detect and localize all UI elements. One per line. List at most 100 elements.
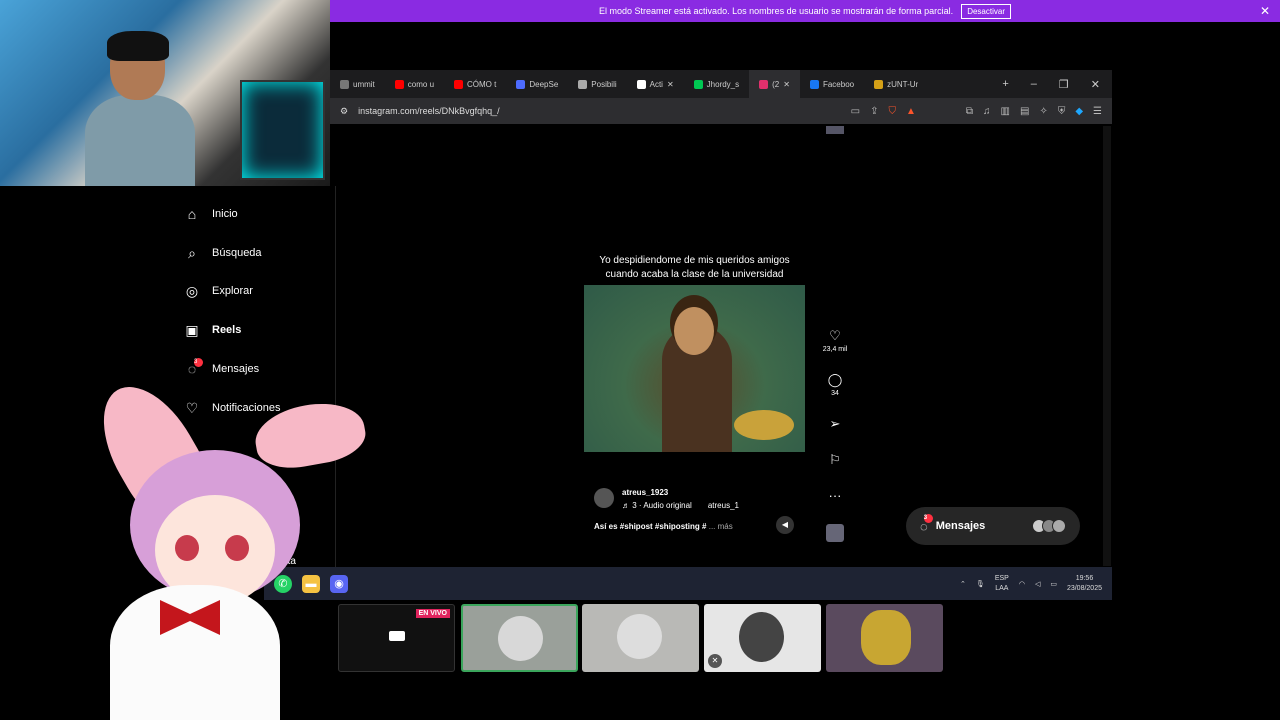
browser-tab[interactable]: DeepSe [506, 70, 568, 98]
tab-strip: ummit como u CÓMO t DeepSe Posibili Acti ✕ Jhor… [330, 70, 1112, 98]
scrollbar[interactable] [1103, 126, 1111, 566]
volume-icon[interactable]: ◁ [1035, 580, 1040, 588]
streamer-mode-text: El modo Streamer está activado. Los nomb… [599, 6, 954, 16]
reel-author: atreus_1923 ♬ 3 · Audio original atreus_… [594, 488, 739, 510]
browser-tab[interactable]: zUNT-Ur [864, 70, 928, 98]
sidebar-item-explorar[interactable]: ◎ Explorar [184, 283, 253, 299]
bookmark-icon[interactable]: ⚐ [829, 452, 841, 467]
music-icon[interactable]: ♫ [983, 106, 991, 117]
audio-user[interactable]: atreus_1 [708, 501, 739, 510]
mic-muted-icon: ✕ [708, 654, 722, 668]
browser-tab[interactable]: Faceboo [800, 70, 864, 98]
tab-close-icon[interactable]: ✕ [783, 80, 790, 89]
brave-shield-icon[interactable]: ⛉ [888, 106, 896, 117]
mute-icon[interactable]: ◀ [776, 516, 794, 534]
browser-tab[interactable]: (2 ✕ [749, 70, 800, 98]
participant-tile-1[interactable] [461, 604, 578, 672]
clock[interactable]: 19:56 23/08/2025 [1067, 574, 1102, 594]
tab-label: DeepSe [529, 79, 559, 89]
sidebar-toggle-icon[interactable]: ▥ [1001, 106, 1010, 117]
minimize-icon[interactable]: – [1031, 78, 1037, 91]
wallet-icon[interactable]: ▤ [1020, 106, 1029, 117]
comment-button[interactable]: ◯ 34 [820, 372, 850, 397]
heart-icon[interactable]: ♡ [829, 328, 841, 343]
more-options-button[interactable]: ··· [820, 488, 850, 503]
sidebar-item-inicio[interactable]: ⌂ Inicio [184, 206, 238, 222]
send-icon[interactable]: ➢ [830, 416, 841, 431]
taskbar: ✆ ▬ ◉ ⌃ 🎙 ESP LAA ◠ ◁ ▭ 19:56 23/08/2025 [264, 567, 1112, 600]
like-button[interactable]: ♡ 23,4 mil [820, 328, 850, 353]
comment-icon[interactable]: ◯ [828, 372, 843, 387]
more-link[interactable]: ... más [709, 522, 733, 531]
vpn-icon[interactable]: ⛨ [1058, 106, 1066, 117]
close-window-icon[interactable]: ✕ [1091, 78, 1100, 91]
new-tab-icon[interactable]: + [1002, 78, 1008, 91]
participant-tile-2[interactable] [582, 604, 699, 672]
browser-tab[interactable]: Jhordy_s [684, 70, 749, 98]
audio-thumbnail[interactable] [826, 524, 844, 542]
tab-close-icon[interactable]: ✕ [667, 80, 674, 89]
tab-favicon-icon [636, 79, 646, 89]
browser-tab[interactable]: Posibili [568, 70, 626, 98]
streamer-person [85, 31, 195, 186]
messages-badge: 3 [923, 513, 933, 523]
restore-icon[interactable]: ❐ [1059, 78, 1069, 91]
leo-icon[interactable]: ✧ [1039, 106, 1047, 117]
system-tray: ⌃ 🎙 ESP LAA ◠ ◁ ▭ 19:56 23/08/2025 [960, 574, 1112, 594]
reels-icon: ▣ [185, 322, 199, 339]
save-button[interactable]: ⚐ [820, 452, 850, 468]
tab-favicon-icon [394, 79, 404, 89]
sidebar-item-label: Mensajes [212, 362, 260, 375]
author-name[interactable]: atreus_1923 [622, 488, 739, 497]
messages-pill[interactable]: ◌ 3 Mensajes [906, 507, 1080, 545]
browser-tab[interactable]: Acti ✕ [627, 70, 684, 98]
language-indicator[interactable]: ESP LAA [995, 574, 1009, 594]
browser-tab[interactable]: CÓMO t [444, 70, 506, 98]
sidebar-item-búsqueda[interactable]: ⌕ Búsqueda [184, 245, 261, 261]
disable-streamer-button[interactable]: Desactivar [961, 3, 1011, 19]
url-text[interactable]: instagram.com/reels/DNkBvgfqhq_/ [358, 106, 500, 116]
battery-icon[interactable]: ▭ [1050, 580, 1057, 588]
chevron-up-icon[interactable]: ⌃ [960, 580, 966, 588]
reel-video[interactable] [584, 285, 805, 452]
sidebar-item-label: Explorar [212, 285, 253, 298]
sidebar-item-reels[interactable]: ▣ Reels [184, 322, 241, 338]
extension-icon[interactable]: ◆ [1075, 106, 1083, 117]
participant-tile-3[interactable]: ✕ [704, 604, 821, 672]
site-info-icon[interactable]: ⚙ [340, 106, 348, 117]
wifi-icon[interactable]: ◠ [1019, 580, 1025, 588]
screenshot-icon[interactable]: ⧉ [966, 106, 973, 117]
messages-label: Mensajes [935, 520, 986, 532]
browser-tab[interactable]: como u [385, 70, 444, 98]
tab-label: Acti [649, 79, 663, 89]
tab-label: (2 [772, 79, 780, 89]
tab-favicon-icon [340, 79, 349, 89]
reel-description: Así es #shipost #shiposting # ... más [594, 522, 733, 531]
share-icon[interactable]: ⇪ [870, 106, 878, 117]
message-avatars [1032, 519, 1066, 533]
participant-tile-4[interactable] [826, 604, 943, 672]
cast-icon[interactable]: ▭ [851, 106, 860, 117]
messenger-icon: ◌ 3 [920, 513, 933, 534]
menu-icon[interactable]: ☰ [1093, 106, 1102, 117]
avatar[interactable] [594, 488, 614, 508]
pc-case [240, 80, 325, 180]
tab-label: CÓMO t [467, 79, 497, 89]
share-button[interactable]: ➢ [820, 416, 850, 432]
browser-tab[interactable]: ummit [330, 70, 385, 98]
description-text[interactable]: Así es #shipost #shiposting # [594, 522, 706, 531]
tab-favicon-icon [578, 79, 588, 89]
like-count: 23,4 mil [822, 346, 848, 353]
tab-label: Posibili [591, 79, 617, 89]
top-thumb[interactable] [826, 126, 844, 134]
audio-label[interactable]: ♬ 3 · Audio original [622, 501, 692, 510]
more-icon[interactable]: ··· [829, 488, 842, 503]
tab-favicon-icon [454, 79, 464, 89]
window-controls: + – ❐ ✕ [1002, 78, 1112, 91]
address-bar[interactable]: ⚙ instagram.com/reels/DNkBvgfqhq_/ ▭ ⇪ ⛉… [330, 98, 1112, 124]
close-icon[interactable]: ✕ [1260, 4, 1270, 18]
microphone-icon[interactable]: 🎙 [976, 580, 985, 588]
tab-favicon-icon [874, 79, 884, 89]
rewards-icon[interactable]: ▲ [906, 106, 916, 117]
sidebar-item-label: Reels [212, 324, 242, 337]
